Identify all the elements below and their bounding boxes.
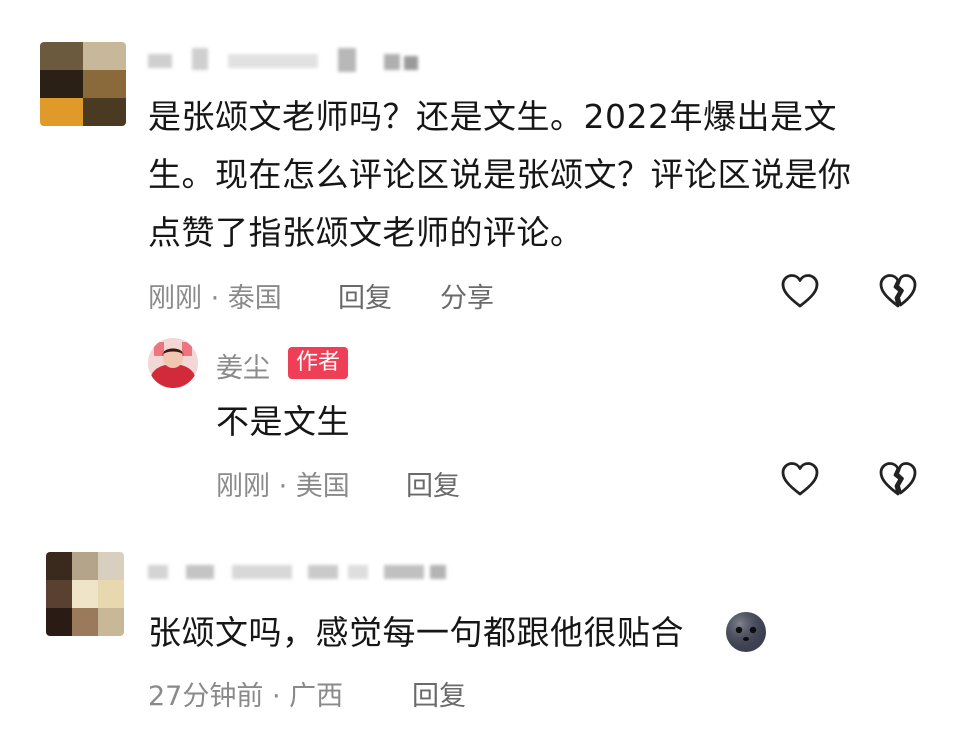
like-heart-icon[interactable] — [780, 272, 820, 312]
reply-button[interactable]: 回复 — [406, 464, 460, 503]
like-heart-icon[interactable] — [780, 460, 820, 500]
comment-text-line: 点赞了指张颂文老师的评论。 — [148, 213, 584, 252]
ghost-emoji-icon — [726, 612, 766, 652]
dislike-broken-heart-icon[interactable] — [878, 272, 918, 312]
comment-location: 泰国 — [227, 283, 282, 314]
comment-text: 张颂文吗，感觉每一句都跟他很贴合 — [148, 613, 684, 652]
username-redacted[interactable] — [148, 563, 448, 583]
comment-text-line: 是张颂文老师吗？还是文生。2022年爆出是文 — [148, 97, 837, 136]
reply-location: 美国 — [295, 471, 350, 502]
dislike-broken-heart-icon[interactable] — [878, 460, 918, 500]
reply-button[interactable]: 回复 — [338, 276, 392, 315]
reply-button[interactable]: 回复 — [412, 674, 466, 713]
author-avatar-image — [148, 338, 198, 388]
avatar[interactable] — [46, 552, 124, 636]
username-redacted[interactable] — [148, 48, 418, 72]
comment-time: 27分钟前 — [148, 681, 264, 712]
comment-text-line: 生。现在怎么评论区说是张颂文？评论区说是你 — [148, 155, 852, 194]
meta-separator: · — [278, 471, 288, 502]
author-avatar[interactable] — [148, 338, 198, 388]
comment-time: 刚刚 — [148, 283, 202, 314]
reply-text: 不是文生 — [216, 402, 350, 441]
meta-separator: · — [210, 283, 220, 314]
comment-meta: 27分钟前 · 广西 — [148, 674, 343, 713]
author-name[interactable]: 姜尘 — [216, 346, 270, 385]
reply-meta: 刚刚 · 美国 — [216, 464, 350, 503]
share-button[interactable]: 分享 — [440, 276, 494, 315]
meta-separator: · — [271, 681, 281, 712]
reply-time: 刚刚 — [216, 471, 270, 502]
author-badge: 作者 — [288, 347, 349, 379]
comment-meta: 刚刚 · 泰国 — [148, 276, 282, 315]
comment-location: 广西 — [289, 681, 344, 712]
avatar[interactable] — [40, 42, 126, 126]
